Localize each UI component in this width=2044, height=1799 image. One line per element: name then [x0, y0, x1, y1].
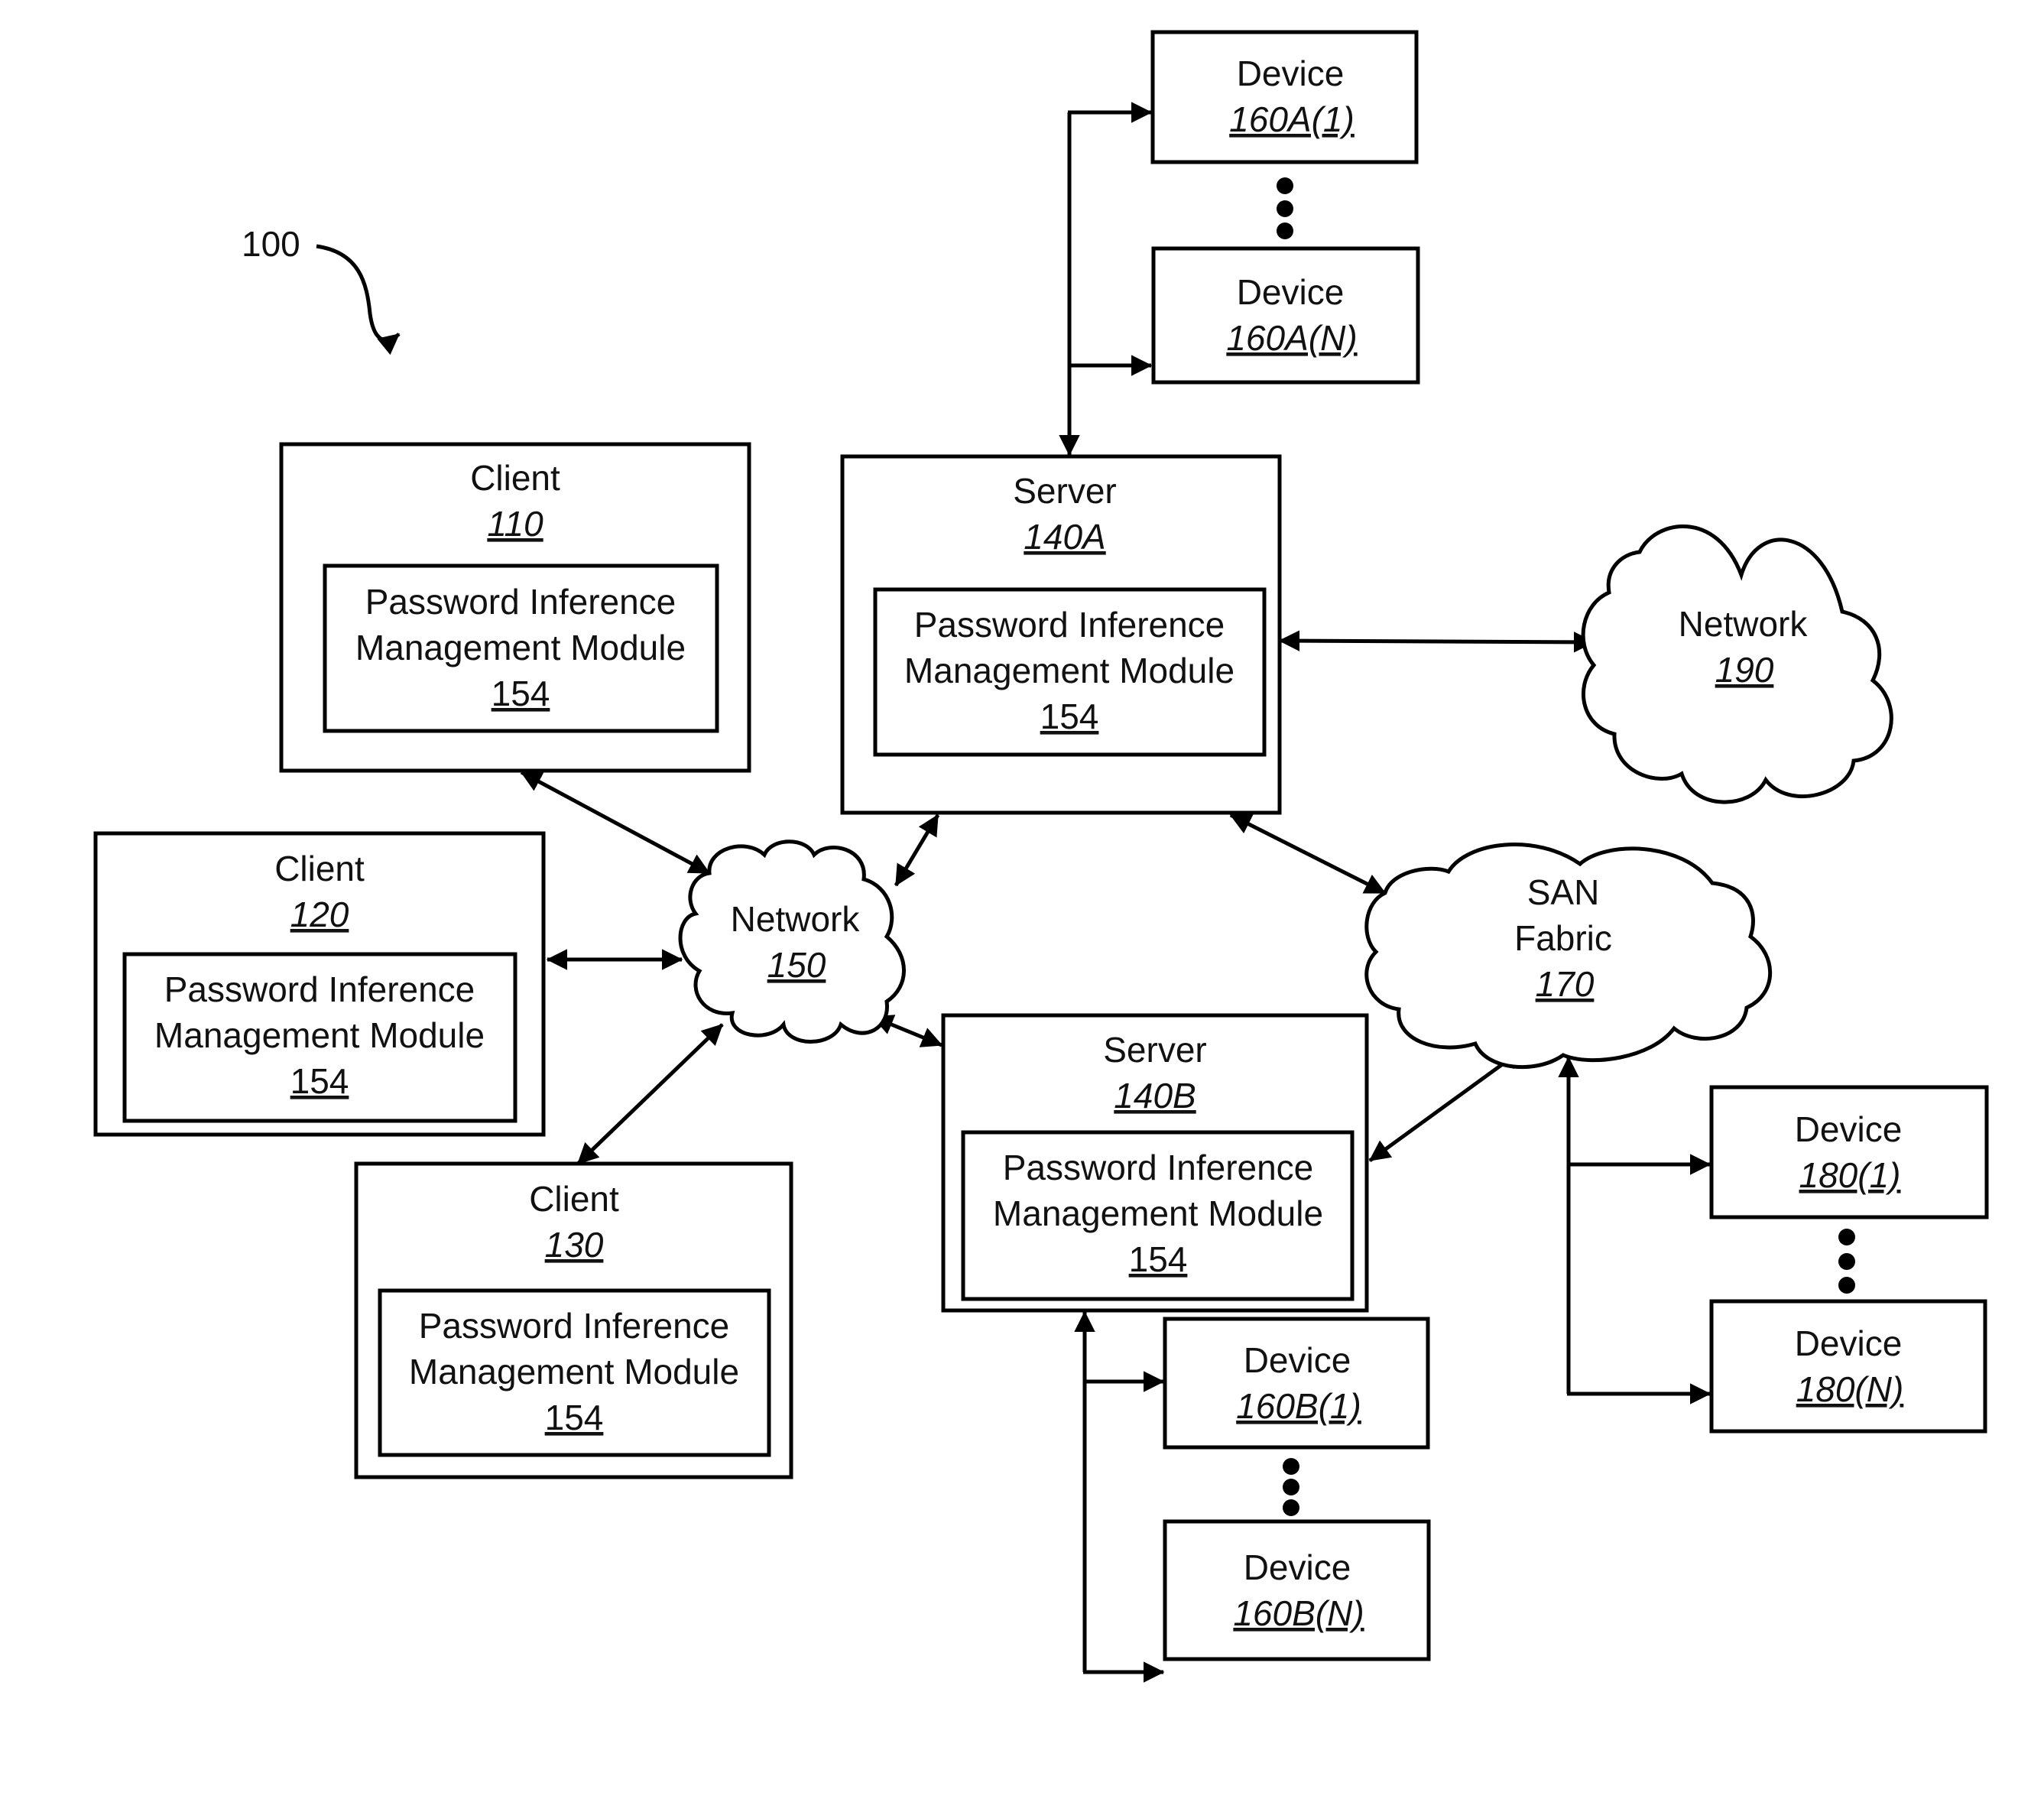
network-150[interactable]: Network 150 — [678, 839, 906, 1044]
device-title: Device — [1244, 1340, 1351, 1380]
link-110-150 — [520, 770, 711, 875]
ellipsis-dot — [1838, 1277, 1855, 1294]
network-ref: 190 — [1715, 650, 1774, 690]
module-line2: Management Module — [993, 1193, 1323, 1233]
san-line1: SAN — [1527, 872, 1600, 912]
ellipsis-dot — [1838, 1229, 1855, 1245]
device-180-n[interactable]: Device 180(N) — [1709, 1299, 1987, 1434]
password-inference-module[interactable]: Password Inference Management Module 154 — [873, 587, 1267, 757]
device-title: Device — [1237, 272, 1345, 312]
module-ref: 154 — [492, 674, 550, 713]
module-line1: Password Inference — [914, 605, 1225, 645]
client-title: Client — [470, 458, 560, 498]
module-ref: 154 — [290, 1061, 349, 1101]
ellipsis-dot — [1277, 222, 1293, 239]
san-fabric-170[interactable]: SAN Fabric 170 — [1364, 843, 1773, 1070]
ellipsis-dot — [1277, 177, 1293, 194]
device-180-1[interactable]: Device 180(1) — [1709, 1085, 1989, 1219]
server-140a[interactable]: Server 140A Password Inference Managemen… — [840, 454, 1282, 815]
device-ref: 180(1) — [1799, 1155, 1901, 1195]
module-line2: Management Module — [904, 651, 1235, 690]
ellipsis-dot — [1283, 1479, 1299, 1495]
server-ref: 140B — [1114, 1076, 1196, 1115]
client-title: Client — [274, 849, 365, 888]
module-line1: Password Inference — [419, 1306, 730, 1346]
client-ref: 130 — [545, 1225, 604, 1265]
module-line2: Management Module — [154, 1015, 485, 1055]
module-ref: 154 — [1129, 1239, 1188, 1279]
password-inference-module[interactable]: Password Inference Management Module 154 — [323, 563, 719, 733]
module-ref: 154 — [1040, 697, 1099, 736]
server-title: Server — [1103, 1030, 1206, 1070]
device-ref: 160B(N) — [1233, 1593, 1364, 1633]
device-title: Device — [1795, 1109, 1903, 1149]
device-title: Device — [1237, 54, 1345, 93]
ellipsis-160b — [1283, 1458, 1299, 1516]
module-line2: Management Module — [355, 628, 686, 667]
cloud-shape — [678, 839, 906, 1044]
figure-reference: 100 — [242, 224, 401, 356]
link-130-150 — [576, 1023, 724, 1165]
link-140a-190 — [1278, 630, 1595, 653]
link-140a-170 — [1229, 813, 1387, 895]
password-inference-module[interactable]: Password Inference Management Module 154 — [378, 1288, 771, 1457]
password-inference-module[interactable]: Password Inference Management Module 154 — [122, 952, 517, 1123]
ellipsis-160a — [1277, 177, 1293, 239]
module-line1: Password Inference — [365, 582, 676, 622]
module-ref: 154 — [545, 1398, 604, 1437]
device-160b-n[interactable]: Device 160B(N) — [1163, 1519, 1431, 1661]
device-title: Device — [1795, 1323, 1903, 1363]
link-140a-150 — [894, 813, 940, 887]
module-line1: Password Inference — [1003, 1148, 1314, 1187]
device-160b-1[interactable]: Device 160B(1) — [1163, 1317, 1430, 1450]
device-ref: 180(N) — [1796, 1369, 1904, 1409]
module-line1: Password Inference — [164, 969, 475, 1009]
figure-pointer-arrow — [316, 244, 401, 356]
device-title: Device — [1244, 1547, 1351, 1587]
client-120[interactable]: Client 120 Password Inference Management… — [93, 831, 546, 1137]
password-inference-module[interactable]: Password Inference Management Module 154 — [961, 1130, 1355, 1301]
client-110[interactable]: Client 110 Password Inference Management… — [279, 442, 751, 773]
network-190[interactable]: Network 190 — [1581, 524, 1893, 804]
client-title: Client — [529, 1179, 619, 1219]
server-140b[interactable]: Server 140B Password Inference Managemen… — [941, 1013, 1369, 1313]
network-ref: 150 — [767, 945, 826, 985]
network-title: Network — [1679, 604, 1809, 644]
client-130[interactable]: Client 130 Password Inference Management… — [354, 1161, 793, 1479]
server-ref: 140A — [1024, 517, 1105, 557]
network-title: Network — [731, 899, 861, 939]
figure-number: 100 — [242, 224, 300, 264]
ellipsis-dot — [1838, 1253, 1855, 1270]
device-160a-1[interactable]: Device 160A(1) — [1150, 30, 1419, 164]
ellipsis-dot — [1283, 1499, 1299, 1516]
device-ref: 160A(N) — [1226, 318, 1357, 358]
server-title: Server — [1013, 471, 1116, 511]
ellipsis-180 — [1838, 1229, 1855, 1294]
ellipsis-dot — [1277, 200, 1293, 217]
san-line2: Fabric — [1514, 918, 1612, 958]
device-160a-n[interactable]: Device 160A(N) — [1151, 246, 1420, 385]
client-ref: 110 — [487, 504, 543, 544]
ellipsis-dot — [1283, 1458, 1299, 1475]
device-ref: 160A(1) — [1229, 99, 1355, 139]
system-diagram: 100 Client 110 Password Inference Manage… — [93, 30, 1989, 1683]
device-ref: 160B(1) — [1236, 1386, 1361, 1426]
client-ref: 120 — [290, 895, 349, 934]
san-ref: 170 — [1536, 964, 1595, 1004]
module-line2: Management Module — [409, 1352, 739, 1391]
